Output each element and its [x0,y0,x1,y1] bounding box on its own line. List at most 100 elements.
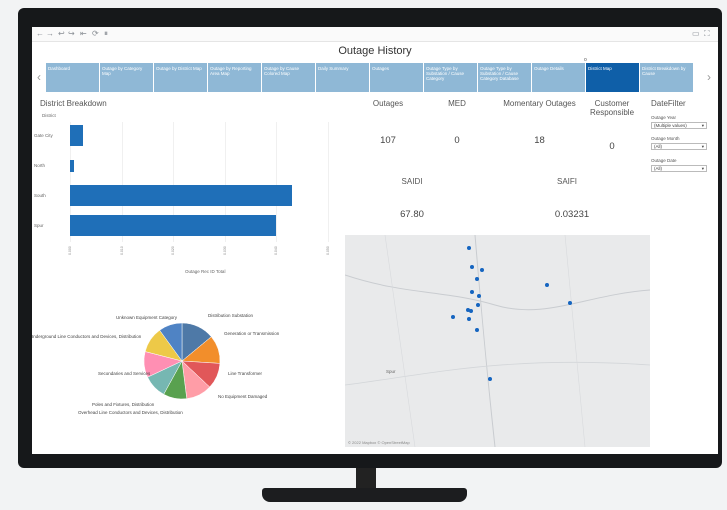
dashboard-screen: ← → ↩ ↪ ⇤ ⟳ ⏸ ▭ ⛶ Outage History ‹ Dashb… [32,27,718,454]
outage-marker[interactable] [451,315,455,319]
outage-map[interactable]: Spur © 2022 Mapbox © OpenStreetMap [345,235,650,447]
page-indicator: o [584,57,587,63]
tab-district-breakdown-by-cause[interactable]: District Breakdown by Cause [640,63,693,92]
nav-next-icon[interactable]: › [707,70,711,84]
bar-gridline [276,122,278,242]
tab-navigation: ‹ Dashboard Outage by Category Map Outage … [32,63,718,92]
kpi-med-label: MED [448,99,466,108]
filter-year-select[interactable]: (Multiple values) ▾ [651,122,707,129]
outage-marker[interactable] [467,246,471,250]
pause-icon[interactable]: ⏸ [104,29,108,39]
pie-label: Distribution Substation [208,313,254,318]
tab-daily-summary[interactable]: Daily Summary [316,63,369,92]
filter-month-select[interactable]: (All) ▾ [651,143,707,150]
tab-outage-details[interactable]: Outage Details [532,63,585,92]
back-icon[interactable]: ← [36,29,44,38]
tab-outage-type-by-substation-cause-category[interactable]: Outage Type by Substation / Cause Catego… [424,63,477,92]
bar-x-tick: 0.020 [171,246,176,255]
kpi-saidi-value: 67.80 [400,209,424,220]
bar-x-axis-title: Outage Rec ID Total [185,269,226,274]
bar-north[interactable] [70,160,74,172]
map-town-label: Spur [386,369,396,374]
bar-x-tick: 0.050 [326,246,330,255]
bar-x-tick: 0.000 [68,246,72,255]
bar-x-tick: 0.040 [274,246,279,255]
monitor-stand-base [262,488,467,502]
chevron-down-icon: ▾ [701,144,704,149]
bar-category-label: North [34,163,46,168]
outage-marker[interactable] [476,303,480,307]
outage-marker[interactable] [545,283,549,287]
nav-prev-icon[interactable]: ‹ [37,70,41,84]
outage-marker[interactable] [568,301,572,305]
filter-month-value: (All) [654,144,662,149]
kpi-saifi-label: SAIFI [556,177,577,186]
pie-label: Underground Line Conductors and Devices,… [32,334,142,339]
undo-icon[interactable]: ↩ [58,29,65,38]
pie-label: Unknown Equipment Category [116,315,178,320]
district-header: District [42,113,56,118]
date-filter-title: DateFilter [651,99,686,108]
filter-year-label: Outage Year [651,115,677,120]
pie-label: No Equipment Damaged [218,394,268,399]
tab-outage-by-category-map[interactable]: Outage by Category Map [100,63,153,92]
tab-outage-by-district-map[interactable]: Outage by District Map [154,63,207,92]
map-roads [345,235,650,447]
forward-icon[interactable]: → [46,29,54,38]
chevron-down-icon: ▾ [701,166,704,171]
outage-marker[interactable] [477,294,481,298]
map-attribution: © 2022 Mapbox © OpenStreetMap [348,440,410,445]
filter-month-label: Outage Month [651,136,680,141]
pie-label: Secondaries and Services [98,371,151,376]
tab-dashboard[interactable]: Dashboard [46,63,99,92]
kpi-outages-value: 107 [380,135,396,146]
kpi-med-value: 0 [454,135,460,146]
outage-marker[interactable] [470,290,474,294]
bar-gridline [328,122,329,242]
filter-year-value: (Multiple values) [654,123,687,128]
bar-gate-city[interactable] [70,125,83,146]
revert-icon[interactable]: ⇤ [80,29,87,38]
monitor-stand-neck [356,468,376,488]
district-breakdown-title: District Breakdown [40,99,107,108]
pie-label: Overhead Line Conductors and Devices, Di… [78,410,183,415]
bar-x-tick: 0.010 [119,246,124,255]
outage-marker[interactable] [470,265,474,269]
tab-outage-type-by-substation-cause-category-database[interactable]: Outage Type by Substation / Cause Catego… [478,63,531,92]
comment-icon[interactable]: ▭ [692,29,700,38]
bar-category-label: Gate City [34,133,53,138]
filter-date-label: Outage Date [651,158,677,163]
pie-label: Generation or Transmission [224,331,280,336]
outage-marker[interactable] [467,317,471,321]
kpi-saidi-label: SAIDI [401,177,423,186]
outage-marker[interactable] [475,277,479,281]
kpi-customer-value: 0 [609,141,615,152]
filter-date-select[interactable]: (All) ▾ [651,165,707,172]
kpi-momentary-value: 18 [534,135,545,146]
outage-marker[interactable] [480,268,484,272]
kpi-customer-label: Customer Responsible [589,99,635,117]
kpi-outages-label: Outages [372,99,404,108]
refresh-icon[interactable]: ⟳ [92,29,99,38]
chevron-down-icon: ▾ [701,123,704,128]
tab-outage-by-cause-colored-map[interactable]: Outage by Cause Colored Map [262,63,315,92]
pie-label: Poles and Fixtures, Distribution [92,402,155,407]
outage-marker[interactable] [488,377,492,381]
redo-icon[interactable]: ↪ [68,29,75,38]
tab-outage-by-reporting-area-map[interactable]: Outage by Reporting Area Map [208,63,261,92]
bar-category-label: South [34,193,46,198]
bar-x-tick: 0.030 [222,246,227,255]
tab-outages[interactable]: Outages [370,63,423,92]
tab-district-map[interactable]: District Map [586,63,639,92]
outage-marker[interactable] [469,309,473,313]
filter-date-value: (All) [654,166,662,171]
bar-spur[interactable] [70,215,277,236]
kpi-saifi-value: 0.03231 [554,209,590,220]
fullscreen-icon[interactable]: ⛶ [704,29,710,39]
outage-marker[interactable] [475,328,479,332]
dashboard-title: Outage History [338,45,412,57]
kpi-momentary-label: Momentary Outages [503,99,576,108]
pie-label: Line Transformer [228,371,263,376]
toolbar: ← → ↩ ↪ ⇤ ⟳ ⏸ ▭ ⛶ [32,27,718,42]
bar-south[interactable] [70,185,292,206]
